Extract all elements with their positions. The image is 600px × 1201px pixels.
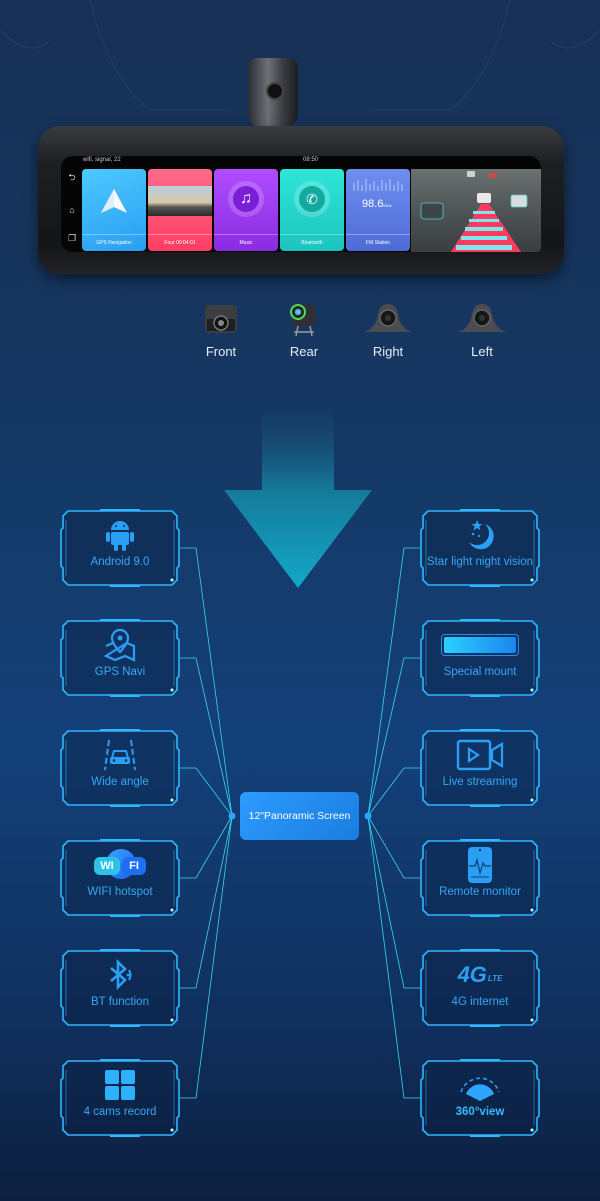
down-arrow-icon [224,410,372,588]
side-nav: ⮌ ⌂ ❐ [65,170,79,244]
back-icon[interactable]: ⮌ [68,170,75,186]
side-camera-icon [458,304,506,332]
hub-dot-left [228,812,236,820]
camera-label: Left [471,344,493,359]
feature-label: Special mount [443,666,517,678]
connector-line-right [367,547,420,817]
camera-right: Right [353,298,423,359]
feature-4-cams-record: 4 cams record [60,1058,180,1138]
connector-line-left [180,815,233,879]
feature-label: 4G internet [451,996,509,1008]
navigation-arrow-icon [101,189,127,213]
app-tile-gps-navigation[interactable]: GPS Navigation [82,169,146,251]
app-label: Music [214,234,278,251]
feature-label: Remote monitor [439,886,521,898]
bluetooth-icon [110,958,132,991]
four-grid-icon [105,1070,135,1100]
connector-line-right [367,815,420,1099]
feature-wifi-hotspot: WI FI WIFI hotspot [60,838,180,918]
camera-label: Rear [289,344,319,359]
connector-line-left [180,767,233,817]
feature-night-vision: Star light night vision [420,508,540,588]
mirror-mount [248,58,298,128]
mount-bar-icon [441,634,519,656]
connector-line-left [180,657,233,817]
home-icon[interactable]: ⌂ [69,205,74,215]
rear-camera-icon [290,304,318,337]
road-video-icon [148,186,212,216]
app-label: Four 00:04:01 [148,234,212,251]
feature-label: BT function [91,996,149,1008]
4g-lte-icon: 4G LTE [457,962,503,987]
connector-line-right [367,767,420,817]
phone-monitor-icon [468,847,492,883]
feature-bt-function: BT function [60,948,180,1028]
app-tile-fm-station[interactable]: 98.6MHz FM Station [346,169,410,251]
car-lane-icon [104,739,136,771]
app-label: Bluetooth [280,234,344,251]
feature-android: Android 9.0 [60,508,180,588]
front-camera-icon [205,305,237,333]
android-icon [106,521,134,551]
connector-line-right [367,815,420,879]
app-tile-bluetooth[interactable]: ✆ Bluetooth [280,169,344,251]
mount-lens [266,82,284,100]
feature-4g-internet: 4G LTE 4G internet [420,948,540,1028]
camera-front: Front [186,298,256,359]
camera-rear: Rear [269,298,339,359]
connector-line-right [367,815,420,989]
feature-label: Star light night vision [426,556,534,568]
video-camera-icon [456,739,504,771]
music-note-icon: ♫ [233,186,259,212]
map-pin-icon [103,628,136,662]
feature-label: WIFI hotspot [87,886,153,898]
feature-gps-navi: GPS Navi [60,618,180,698]
status-clock: 08:50 [303,157,319,163]
moon-star-icon [469,520,494,550]
radio-wave-icon [353,179,403,191]
connector-line-right [367,657,420,817]
camera-left: Left [447,298,517,359]
feature-remote-monitor: Remote monitor [420,838,540,918]
feature-live-streaming: Live streaming [420,728,540,808]
app-label: GPS Navigation [82,234,146,251]
feature-label: 4 cams record [83,1106,157,1118]
hub-dot-right [364,812,372,820]
feature-label: Android 9.0 [90,556,150,568]
feature-label: GPS Navi [94,666,146,678]
feature-wide-angle: Wide angle [60,728,180,808]
connector-line-left [180,815,233,989]
feature-360-view: 360°view [420,1058,540,1138]
app-tile-four-video[interactable]: Four 00:04:01 [148,169,212,251]
lane-assist-camera-view [411,169,541,252]
camera-label: Right [372,344,404,359]
mirror-screen: wifi, signal, 22 08:50 ⮌ ⌂ ❐ GPS Navigat… [61,156,541,252]
panoramic-screen-box: 12"Panoramic Screen [240,792,359,840]
recent-apps-icon[interactable]: ❐ [68,233,76,244]
app-tile-music[interactable]: ♫ Music [214,169,278,251]
fm-frequency: 98.6MHz [362,198,392,210]
connector-line-left [180,815,233,1099]
360-view-icon [460,1077,500,1101]
feature-label: 360°view [455,1106,505,1118]
feature-label: Wide angle [91,776,149,788]
camera-label: Front [205,344,237,359]
side-camera-icon [364,304,412,332]
app-label: FM Station [346,234,410,251]
wifi-icon: WI FI [60,848,180,882]
feature-label: Live streaming [442,776,518,788]
status-bar-icons: wifi, signal, 22 [83,157,121,163]
phone-icon: ✆ [299,186,325,212]
background-decor [0,0,600,111]
feature-special-mount: Special mount [420,618,540,698]
